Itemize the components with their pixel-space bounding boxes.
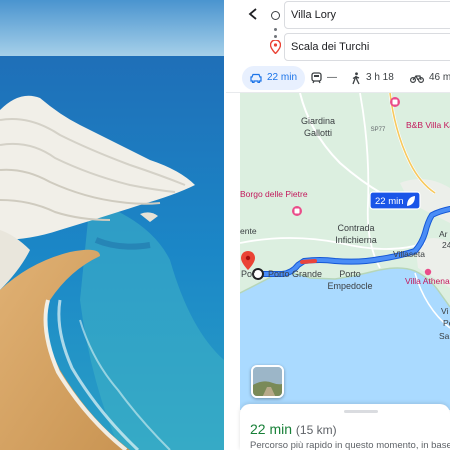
route-duration: 22 min (15 km) <box>250 421 337 437</box>
route-description: Percorso più rapido in questo momento, i… <box>250 440 450 450</box>
map-label-porto-grande: Porto Grande <box>268 269 322 279</box>
back-arrow-icon[interactable] <box>244 4 264 26</box>
destination-field[interactable]: Scala dei Turchi <box>284 33 450 61</box>
travel-modes: 22 min — 3 h 18 46 mi <box>226 66 450 92</box>
sheet-drag-handle[interactable] <box>344 410 378 413</box>
map-label-porto: Porto <box>339 269 361 279</box>
mode-transit-label: — <box>327 72 337 83</box>
street-view-thumbnail[interactable] <box>251 365 284 398</box>
maps-directions-panel: Villa Lory Scala dei Turchi 22 min — 3 h… <box>226 0 450 450</box>
bike-icon <box>410 75 424 83</box>
map-label-pe: Pe <box>443 318 450 328</box>
scala-dei-turchi-photo <box>0 0 224 450</box>
route-time-badge[interactable]: 22 min <box>369 191 421 210</box>
route-distance: (15 km) <box>295 423 337 437</box>
route-summary-sheet[interactable]: 22 min (15 km) Percorso più rapido in qu… <box>240 404 450 450</box>
map-label-vi: Vi <box>441 306 449 316</box>
destination-pin-icon <box>269 39 282 59</box>
map-label-giardina: Giardina <box>301 116 335 126</box>
map-canvas[interactable]: Giardina Gallotti SP77 B&B Villa Ka Borg… <box>240 93 450 410</box>
villa-athena-pin-marker <box>424 268 432 276</box>
map-label-24: 24 <box>442 240 450 250</box>
map-label-sa: Sa <box>439 331 450 341</box>
origin-circle-icon <box>271 11 280 20</box>
map-label-villaseta: Villaseta <box>393 249 425 259</box>
route-duration-value: 22 min <box>250 421 293 437</box>
map-label-porto-grande-left: Por <box>241 269 255 279</box>
map-label-gallotti: Gallotti <box>304 128 332 138</box>
map-label-borgo: Borgo delle Pietre <box>240 189 308 199</box>
origin-field[interactable]: Villa Lory <box>284 1 450 29</box>
train-icon <box>311 72 322 84</box>
map-label-ar: Ar <box>439 229 448 239</box>
map-label-ente: ente <box>240 226 257 236</box>
mode-car[interactable]: 22 min <box>242 66 306 90</box>
map-label-bb-villa: B&B Villa Ka <box>406 120 450 130</box>
bb-pin-marker <box>390 97 400 107</box>
mode-car-label: 22 min <box>267 72 298 83</box>
map-label-infichierna: Infichierna <box>335 235 377 245</box>
map-label-contrada: Contrada <box>337 223 374 233</box>
map-label-villa-athena: Villa Athena <box>405 276 450 286</box>
car-icon <box>250 73 262 83</box>
route-dots-icon <box>274 28 277 38</box>
mode-walk-label: 3 h 18 <box>366 72 394 83</box>
mode-transit[interactable]: — <box>311 66 337 90</box>
map-label-empedocle: Empedocle <box>327 281 372 291</box>
borgo-pin-marker <box>292 206 302 216</box>
mode-bike-label: 46 mi <box>429 72 450 83</box>
mode-bike[interactable]: 46 mi <box>410 66 450 90</box>
walk-icon <box>352 71 360 84</box>
mode-walk[interactable]: 3 h 18 <box>351 66 394 90</box>
map-label-road-sp77: SP77 <box>371 127 386 133</box>
route-time-badge-label: 22 min <box>375 196 404 207</box>
